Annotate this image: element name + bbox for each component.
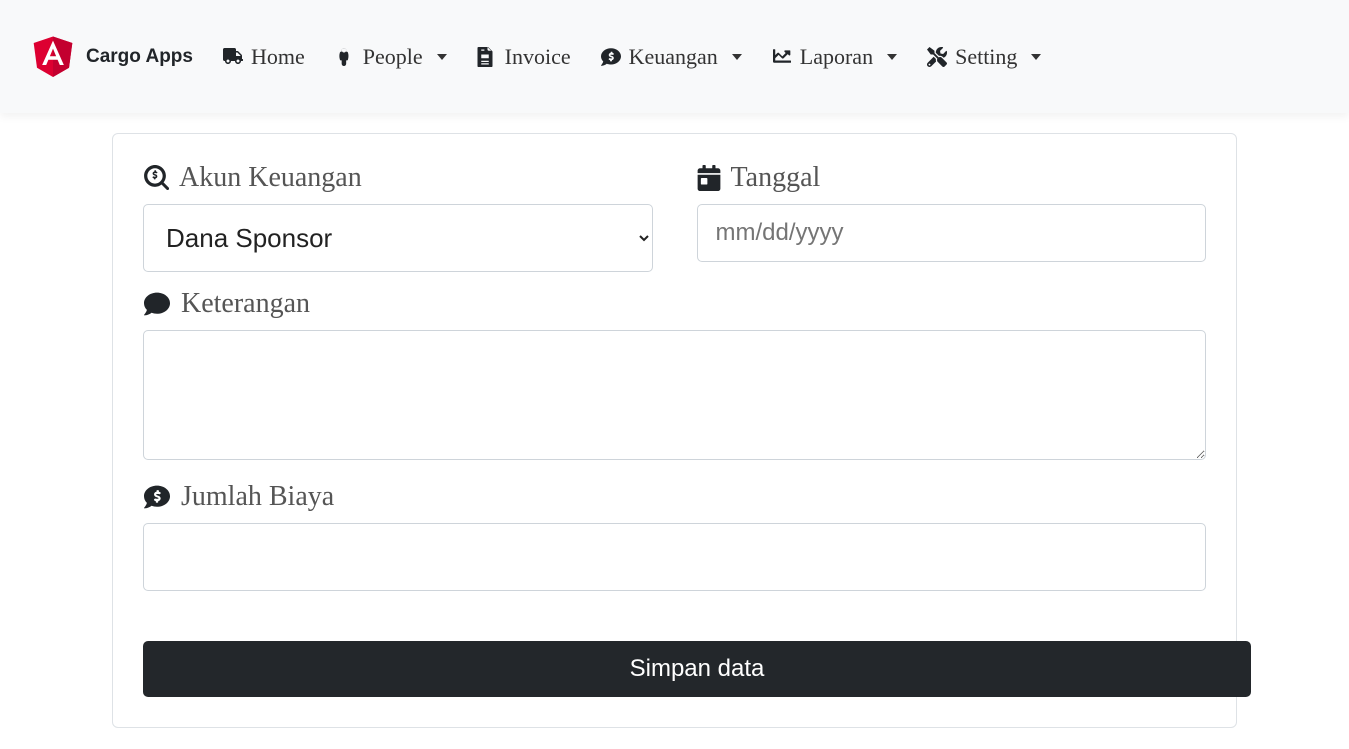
keterangan-label: Keterangan <box>143 288 1206 320</box>
tanggal-group: Tanggal <box>697 162 1207 272</box>
navbar: Cargo Apps Home People Invoice Keuan <box>0 0 1349 113</box>
brand-name: Cargo Apps <box>86 46 193 68</box>
street-view-icon <box>335 47 355 67</box>
chevron-down-icon <box>437 54 447 60</box>
submit-button[interactable]: Simpan data <box>143 641 1251 697</box>
nav-label: Invoice <box>505 44 571 70</box>
brand[interactable]: Cargo Apps <box>30 30 193 83</box>
form-container: Akun Keuangan Dana Sponsor Tanggal <box>112 133 1237 728</box>
keterangan-group: Keterangan <box>143 288 1206 465</box>
nav-laporan[interactable]: Laporan <box>772 44 897 70</box>
keterangan-textarea[interactable] <box>143 330 1206 460</box>
calendar-icon <box>697 165 721 191</box>
nav-label: People <box>363 44 423 70</box>
nav-label: Keuangan <box>629 44 718 70</box>
jumlah-input[interactable] <box>143 523 1206 591</box>
nav-label: Laporan <box>800 44 873 70</box>
label-text: Keterangan <box>181 288 310 320</box>
form-card: Akun Keuangan Dana Sponsor Tanggal <box>112 133 1237 728</box>
chart-line-icon <box>772 47 792 67</box>
nav-items: Home People Invoice Keuangan L <box>223 44 1041 70</box>
tanggal-input[interactable] <box>697 204 1207 262</box>
nav-people[interactable]: People <box>335 44 447 70</box>
chevron-down-icon <box>732 54 742 60</box>
label-text: Jumlah Biaya <box>181 481 334 513</box>
tanggal-label: Tanggal <box>697 162 1207 194</box>
nav-keuangan[interactable]: Keuangan <box>601 44 742 70</box>
akun-select[interactable]: Dana Sponsor <box>143 204 653 272</box>
nav-setting[interactable]: Setting <box>927 44 1041 70</box>
comment-icon <box>143 291 171 317</box>
nav-label: Setting <box>955 44 1017 70</box>
file-invoice-icon <box>477 47 497 67</box>
label-text: Tanggal <box>731 162 821 194</box>
akun-label: Akun Keuangan <box>143 162 653 194</box>
akun-group: Akun Keuangan Dana Sponsor <box>143 162 653 272</box>
nav-label: Home <box>251 44 305 70</box>
angular-logo-icon <box>30 30 76 83</box>
comment-dollar-solid-icon <box>143 484 171 510</box>
tools-icon <box>927 47 947 67</box>
nav-invoice[interactable]: Invoice <box>477 44 571 70</box>
truck-icon <box>223 47 243 67</box>
comment-dollar-icon <box>601 47 621 67</box>
label-text: Akun Keuangan <box>179 162 362 194</box>
chevron-down-icon <box>887 54 897 60</box>
nav-home[interactable]: Home <box>223 44 305 70</box>
chevron-down-icon <box>1031 54 1041 60</box>
jumlah-label: Jumlah Biaya <box>143 481 1206 513</box>
search-dollar-icon <box>143 165 169 191</box>
jumlah-group: Jumlah Biaya <box>143 481 1206 591</box>
